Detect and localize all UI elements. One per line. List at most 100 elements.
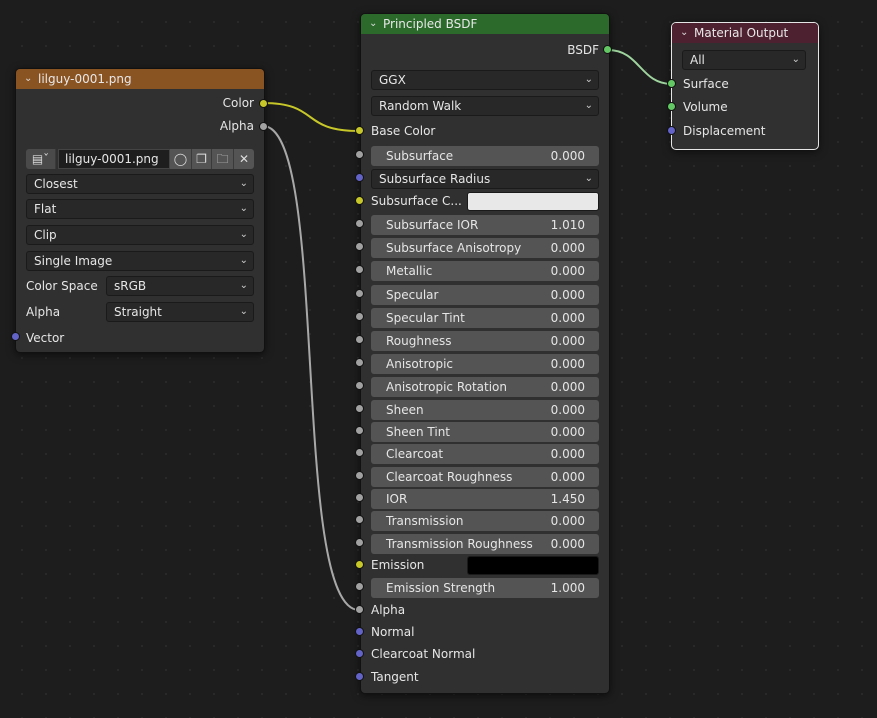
socket-subsurface-in[interactable] bbox=[355, 150, 364, 159]
render-target-dropdown[interactable]: All ⌄ bbox=[682, 50, 806, 70]
subsurface-radius-dropdown[interactable]: Subsurface Radius ⌄ bbox=[371, 169, 599, 189]
socket-displacement-in[interactable] bbox=[667, 126, 676, 135]
socket-clearcoat-normal-in[interactable] bbox=[355, 649, 364, 658]
socket-subsurface-ior-in[interactable] bbox=[355, 219, 364, 228]
socket-alpha-in[interactable] bbox=[355, 605, 364, 614]
socket-image-alpha-out[interactable] bbox=[259, 122, 268, 131]
material-output-node[interactable]: ⌄ Material Output All ⌄ Surface Volume D… bbox=[671, 22, 819, 150]
chevron-down-icon[interactable]: ⌄ bbox=[24, 69, 38, 89]
field-specular[interactable]: Specular 0.000 bbox=[371, 285, 599, 305]
field-subsurface-ior[interactable]: Subsurface IOR 1.010 bbox=[371, 215, 599, 235]
principled-bsdf-node[interactable]: ⌄ Principled BSDF BSDF GGX ⌄ Random Walk… bbox=[360, 13, 610, 694]
source-dropdown[interactable]: Single Image ⌄ bbox=[26, 251, 254, 271]
field-metallic[interactable]: Metallic 0.000 bbox=[371, 261, 599, 281]
field-ior[interactable]: IOR 1.450 bbox=[371, 489, 599, 509]
socket-emission-in[interactable] bbox=[355, 560, 364, 569]
socket-metallic-in[interactable] bbox=[355, 265, 364, 274]
field-label: Anisotropic Rotation bbox=[386, 380, 508, 394]
field-sheen[interactable]: Sheen 0.000 bbox=[371, 400, 599, 420]
field-value: 1.010 bbox=[550, 218, 585, 232]
field-value: 0.000 bbox=[550, 311, 585, 325]
extension-dropdown[interactable]: Clip ⌄ bbox=[26, 225, 254, 245]
output-node-header[interactable]: ⌄ Material Output bbox=[672, 23, 818, 43]
field-label: Subsurface bbox=[386, 149, 454, 163]
socket-image-vector-in[interactable] bbox=[11, 332, 20, 341]
shield-icon: ◯ bbox=[173, 152, 188, 166]
image-browse-button[interactable]: ▤ˇ bbox=[26, 149, 56, 169]
socket-ior-in[interactable] bbox=[355, 493, 364, 502]
normal-input-label: Normal bbox=[371, 625, 415, 639]
socket-emission-strength-in[interactable] bbox=[355, 582, 364, 591]
chevron-down-icon[interactable]: ⌄ bbox=[680, 23, 694, 43]
socket-subsurface-anisotropy-in[interactable] bbox=[355, 242, 364, 251]
socket-sheen-tint-in[interactable] bbox=[355, 426, 364, 435]
fake-user-button[interactable]: ◯ bbox=[170, 149, 192, 169]
socket-normal-in[interactable] bbox=[355, 627, 364, 636]
field-emission-strength[interactable]: Emission Strength 1.000 bbox=[371, 578, 599, 598]
projection-dropdown[interactable]: Flat ⌄ bbox=[26, 199, 254, 219]
socket-clearcoat-in[interactable] bbox=[355, 448, 364, 457]
field-value: 0.000 bbox=[550, 241, 585, 255]
socket-clearcoat-roughness-in[interactable] bbox=[355, 471, 364, 480]
color-space-label: Color Space bbox=[26, 279, 98, 293]
field-sheen-tint[interactable]: Sheen Tint 0.000 bbox=[371, 422, 599, 442]
open-image-button[interactable]: 🗀 bbox=[212, 149, 234, 169]
bsdf-node-header[interactable]: ⌄ Principled BSDF bbox=[361, 14, 609, 34]
field-value: 0.000 bbox=[550, 380, 585, 394]
socket-anisotropic-rotation-in[interactable] bbox=[355, 381, 364, 390]
link-bsdf-to-surface bbox=[607, 49, 673, 85]
socket-surface-in[interactable] bbox=[667, 79, 676, 88]
chevron-down-icon: ⌄ bbox=[239, 280, 248, 291]
field-transmission-roughness[interactable]: Transmission Roughness 0.000 bbox=[371, 534, 599, 554]
socket-image-color-out[interactable] bbox=[259, 99, 268, 108]
socket-sheen-in[interactable] bbox=[355, 404, 364, 413]
socket-subsurface-radius-in[interactable] bbox=[355, 173, 364, 182]
image-texture-node[interactable]: ⌄ lilguy-0001.png Color Alpha ▤ˇ lilguy-… bbox=[15, 68, 265, 353]
socket-transmission-in[interactable] bbox=[355, 515, 364, 524]
socket-volume-in[interactable] bbox=[667, 102, 676, 111]
subsurface-method-dropdown[interactable]: Random Walk ⌄ bbox=[371, 96, 599, 116]
chevron-down-icon: ⌄ bbox=[239, 178, 248, 189]
field-subsurface-anisotropy[interactable]: Subsurface Anisotropy 0.000 bbox=[371, 238, 599, 258]
chevron-down-icon: ⌄ bbox=[239, 203, 248, 214]
interpolation-dropdown[interactable]: Closest ⌄ bbox=[26, 174, 254, 194]
field-clearcoat[interactable]: Clearcoat 0.000 bbox=[371, 444, 599, 464]
duplicate-image-button[interactable]: ❐ bbox=[192, 149, 212, 169]
field-value: 0.000 bbox=[550, 403, 585, 417]
bsdf-node-title: Principled BSDF bbox=[383, 17, 478, 31]
socket-transmission-roughness-in[interactable] bbox=[355, 538, 364, 547]
field-clearcoat-roughness[interactable]: Clearcoat Roughness 0.000 bbox=[371, 467, 599, 487]
alpha-mode-dropdown[interactable]: Straight ⌄ bbox=[106, 302, 254, 322]
image-node-header[interactable]: ⌄ lilguy-0001.png bbox=[16, 69, 264, 89]
socket-specular-tint-in[interactable] bbox=[355, 312, 364, 321]
socket-anisotropic-in[interactable] bbox=[355, 358, 364, 367]
clearcoat-normal-input-label: Clearcoat Normal bbox=[371, 647, 476, 661]
emission-color-swatch[interactable] bbox=[467, 556, 599, 575]
field-anisotropic[interactable]: Anisotropic 0.000 bbox=[371, 354, 599, 374]
field-anisotropic-rotation[interactable]: Anisotropic Rotation 0.000 bbox=[371, 377, 599, 397]
field-value: 0.000 bbox=[550, 537, 585, 551]
distribution-dropdown[interactable]: GGX ⌄ bbox=[371, 70, 599, 90]
socket-subsurface-color-in[interactable] bbox=[355, 196, 364, 205]
socket-tangent-in[interactable] bbox=[355, 672, 364, 681]
field-roughness[interactable]: Roughness 0.000 bbox=[371, 331, 599, 351]
field-value: 1.000 bbox=[550, 581, 585, 595]
field-specular-tint[interactable]: Specular Tint 0.000 bbox=[371, 308, 599, 328]
field-transmission[interactable]: Transmission 0.000 bbox=[371, 511, 599, 531]
subsurface-color-swatch[interactable] bbox=[467, 192, 599, 211]
socket-base-color-in[interactable] bbox=[355, 126, 364, 135]
field-subsurface[interactable]: Subsurface 0.000 bbox=[371, 146, 599, 166]
unlink-image-button[interactable]: ✕ bbox=[234, 149, 254, 169]
socket-specular-in[interactable] bbox=[355, 289, 364, 298]
field-label: IOR bbox=[386, 492, 408, 506]
chevron-down-icon[interactable]: ⌄ bbox=[369, 14, 383, 34]
image-name-text: lilguy-0001.png bbox=[65, 152, 159, 166]
socket-bsdf-out[interactable] bbox=[603, 45, 612, 54]
color-space-dropdown[interactable]: sRGB ⌄ bbox=[106, 276, 254, 296]
field-label: Metallic bbox=[386, 264, 433, 278]
socket-roughness-in[interactable] bbox=[355, 335, 364, 344]
field-value: 0.000 bbox=[550, 264, 585, 278]
field-label: Specular Tint bbox=[386, 311, 465, 325]
image-name-field[interactable]: lilguy-0001.png bbox=[58, 149, 170, 169]
copy-icon: ❐ bbox=[196, 152, 207, 166]
